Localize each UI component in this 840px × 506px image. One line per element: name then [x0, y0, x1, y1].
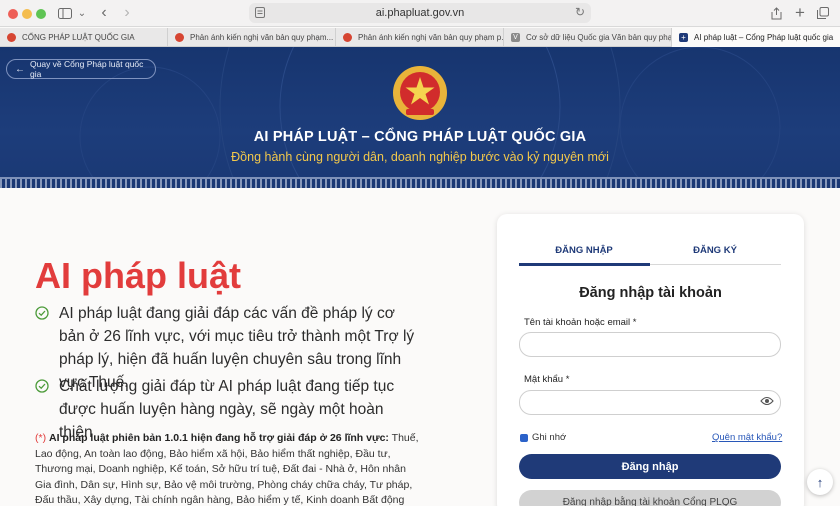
share-icon[interactable] — [769, 4, 783, 22]
tab-title: Phản ánh kiến nghị văn bản quy phạm... — [190, 33, 334, 42]
arrow-up-icon: ↑ — [816, 474, 824, 490]
browser-toolbar: ⌄ ‹ › ai.phapluat.gov.vn ↻ + — [0, 0, 840, 27]
tab-register[interactable]: ĐĂNG KÝ — [650, 245, 780, 256]
check-circle-icon — [35, 306, 49, 320]
tab-title: AI pháp luật – Cổng Pháp luật quốc gia — [694, 33, 834, 42]
banner-border-pattern — [0, 179, 840, 188]
login-card: ĐĂNG NHẬP ĐĂNG KÝ Đăng nhập tài khoản Tê… — [497, 214, 804, 506]
tab-phan-anh-1[interactable]: Phản ánh kiến nghị văn bản quy phạm... — [168, 28, 336, 47]
site-favicon-icon — [343, 33, 352, 42]
username-input[interactable] — [519, 332, 781, 357]
portal-login-button[interactable]: Đăng nhập bằng tài khoản Cổng PLQG — [519, 490, 781, 506]
page-title: AI PHÁP LUẬT – CỔNG PHÁP LUẬT QUỐC GIA — [253, 129, 587, 145]
sidebar-toggle-icon[interactable] — [56, 4, 74, 22]
password-input[interactable] — [519, 390, 781, 415]
minimize-window-icon[interactable] — [22, 9, 32, 19]
tab-title: CỔNG PHÁP LUẬT QUỐC GIA — [22, 33, 135, 42]
remember-me[interactable]: Ghi nhớ — [520, 432, 566, 443]
eye-icon[interactable] — [760, 396, 774, 406]
tab-bar: CỔNG PHÁP LUẬT QUỐC GIA Phản ánh kiến ng… — [0, 28, 840, 47]
header-banner: ← Quay về Cổng Pháp luật quốc gia AI PHÁ… — [0, 47, 840, 188]
back-to-portal-label: Quay về Cổng Pháp luật quốc gia — [30, 59, 144, 79]
reload-icon[interactable]: ↻ — [575, 5, 585, 19]
tab-overview-icon[interactable] — [816, 4, 830, 22]
national-emblem-icon — [393, 66, 447, 120]
site-favicon-icon: + — [679, 33, 688, 42]
password-label: Mật khẩu * — [524, 374, 570, 385]
login-button[interactable]: Đăng nhập — [519, 454, 781, 479]
back-to-portal-button[interactable]: ← Quay về Cổng Pháp luật quốc gia — [6, 59, 156, 79]
arrow-left-icon: ← — [15, 63, 25, 75]
forward-arrow-icon[interactable]: › — [120, 4, 134, 22]
tab-cong-phap-luat[interactable]: CỔNG PHÁP LUẬT QUỐC GIA — [0, 28, 168, 47]
note-marker: (*) — [35, 432, 47, 444]
scroll-to-top-button[interactable]: ↑ — [807, 469, 833, 495]
tab-title: Phản ánh kiến nghị văn bản quy phạm p... — [358, 33, 504, 42]
tab-phan-anh-2[interactable]: Phản ánh kiến nghị văn bản quy phạm p... — [336, 28, 504, 47]
page-menu-icon[interactable] — [255, 7, 265, 21]
close-window-icon[interactable] — [8, 9, 18, 19]
supported-fields-note: (*) AI pháp luật phiên bản 1.0.1 hiện đa… — [35, 431, 425, 506]
main-heading: AI pháp luật — [35, 255, 241, 296]
chevron-down-icon[interactable]: ⌄ — [77, 4, 87, 22]
site-favicon-icon — [7, 33, 16, 42]
maximize-window-icon[interactable] — [36, 9, 46, 19]
back-arrow-icon[interactable]: ‹ — [97, 4, 111, 22]
tab-title: Cơ sở dữ liệu Quốc gia Văn bản quy phạ..… — [526, 33, 672, 42]
new-tab-icon[interactable]: + — [793, 3, 807, 22]
check-circle-icon — [35, 379, 49, 393]
remember-checkbox[interactable] — [520, 433, 528, 442]
site-favicon-icon: V — [511, 33, 520, 42]
site-favicon-icon — [175, 33, 184, 42]
tab-login[interactable]: ĐĂNG NHẬP — [519, 245, 649, 256]
username-label: Tên tài khoản hoặc email * — [524, 317, 637, 328]
page-subtitle: Đồng hành cùng người dân, doanh nghiệp b… — [231, 150, 609, 164]
note-bold-text: AI pháp luật phiên bản 1.0.1 hiện đang h… — [49, 432, 389, 444]
address-bar[interactable]: ai.phapluat.gov.vn ↻ — [249, 3, 591, 23]
url-text: ai.phapluat.gov.vn — [375, 7, 465, 19]
forgot-password-link[interactable]: Quên mật khẩu? — [712, 432, 782, 443]
remember-label: Ghi nhớ — [532, 432, 567, 443]
login-title: Đăng nhập tài khoản — [579, 285, 722, 301]
active-tab-indicator — [519, 263, 650, 266]
tab-co-so-du-lieu[interactable]: V Cơ sở dữ liệu Quốc gia Văn bản quy phạ… — [504, 28, 672, 47]
tab-ai-phap-luat[interactable]: + AI pháp luật – Cổng Pháp luật quốc gia — [672, 28, 840, 47]
